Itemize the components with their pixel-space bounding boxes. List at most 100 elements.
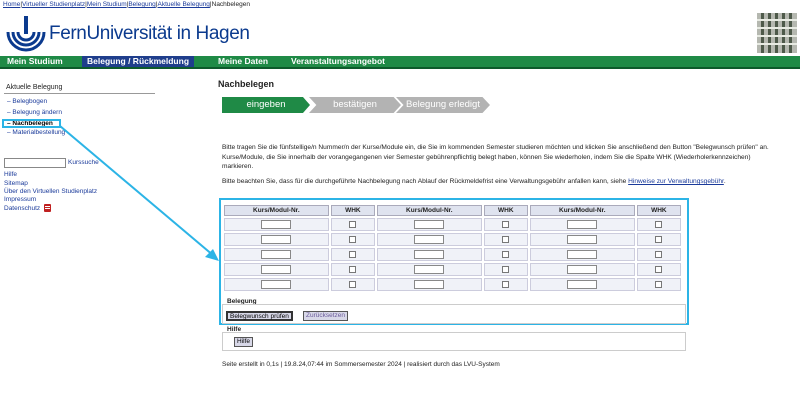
course-number-cell xyxy=(376,263,482,276)
col-whk-3: WHK xyxy=(636,205,681,216)
reset-button[interactable]: Zurücksetzen xyxy=(303,311,349,321)
course-entry-table: Kurs/Modul-Nr. WHK Kurs/Modul-Nr. WHK Ku… xyxy=(222,203,683,293)
course-number-input[interactable] xyxy=(567,265,598,274)
whk-cell xyxy=(330,233,375,246)
course-number-cell xyxy=(376,248,482,261)
step-eingeben: eingeben xyxy=(222,97,310,113)
sidebar-title: Aktuelle Belegung xyxy=(6,84,63,91)
breadcrumb-mein-studium[interactable]: Mein Studium xyxy=(87,1,127,8)
course-search-input[interactable] xyxy=(4,158,66,168)
instruction-text: Bitte tragen Sie die fünfstellige/n Numm… xyxy=(222,144,769,170)
sidebar-link-datenschutz[interactable]: Datenschutz xyxy=(4,205,40,212)
sidebar-item-belegbogen[interactable]: – Belegbogen xyxy=(7,98,47,105)
sidebar-item-belegung-aendern[interactable]: – Belegung ändern xyxy=(7,109,62,116)
fee-notice-body: Bitte beachten Sie, dass für die durchge… xyxy=(222,178,629,185)
whk-checkbox[interactable] xyxy=(502,250,510,258)
whk-cell xyxy=(330,218,375,231)
breadcrumb-home[interactable]: Home xyxy=(3,1,20,8)
whk-checkbox[interactable] xyxy=(349,235,357,243)
hilfe-section-box xyxy=(222,332,686,351)
table-row xyxy=(224,278,681,291)
sidebar-link-about[interactable]: Über den Virtuellen Studienplatz xyxy=(4,188,97,195)
whk-cell xyxy=(330,278,375,291)
university-logo[interactable]: FernUniversität in Hagen xyxy=(4,10,250,52)
sidebar-highlight xyxy=(2,119,61,128)
course-number-input[interactable] xyxy=(567,280,598,289)
course-number-input[interactable] xyxy=(567,220,598,229)
course-number-cell xyxy=(376,233,482,246)
whk-cell xyxy=(636,233,681,246)
breadcrumb-current: Nachbelegen xyxy=(211,1,250,8)
check-request-button[interactable]: Belegwunsch prüfen xyxy=(226,311,293,321)
course-number-input[interactable] xyxy=(414,235,445,244)
nav-belegung-rueckmeldung[interactable]: Belegung / Rückmeldung xyxy=(82,56,195,67)
whk-checkbox[interactable] xyxy=(655,220,663,228)
course-number-input[interactable] xyxy=(414,280,445,289)
whk-checkbox[interactable] xyxy=(349,220,357,228)
whk-checkbox[interactable] xyxy=(655,250,663,258)
sidebar-link-hilfe[interactable]: Hilfe xyxy=(4,171,17,178)
sidebar-divider xyxy=(4,93,155,94)
course-number-input[interactable] xyxy=(414,220,445,229)
whk-checkbox[interactable] xyxy=(655,265,663,273)
whk-checkbox[interactable] xyxy=(502,280,510,288)
whk-checkbox[interactable] xyxy=(655,235,663,243)
whk-cell xyxy=(636,248,681,261)
course-number-input[interactable] xyxy=(261,235,292,244)
whk-checkbox[interactable] xyxy=(349,280,357,288)
table-row xyxy=(224,263,681,276)
whk-cell xyxy=(636,278,681,291)
sidebar-item-materialbestellung[interactable]: – Materialbestellung xyxy=(7,129,65,136)
whk-cell xyxy=(483,278,528,291)
sidebar-link-impressum[interactable]: Impressum xyxy=(4,196,36,203)
whk-checkbox[interactable] xyxy=(655,280,663,288)
whk-checkbox[interactable] xyxy=(502,235,510,243)
course-number-input[interactable] xyxy=(261,220,292,229)
whk-cell xyxy=(330,248,375,261)
course-number-cell xyxy=(224,233,329,246)
breadcrumb-aktuelle-belegung[interactable]: Aktuelle Belegung xyxy=(158,1,210,8)
help-button[interactable]: Hilfe xyxy=(234,337,254,347)
nav-meine-daten[interactable]: Meine Daten xyxy=(213,56,273,67)
course-number-cell xyxy=(529,218,635,231)
fee-notice-text: Bitte beachten Sie, dass für die durchge… xyxy=(222,177,772,187)
fee-notice-end: . xyxy=(723,178,726,185)
sidebar-link-sitemap[interactable]: Sitemap xyxy=(4,180,28,187)
whk-checkbox[interactable] xyxy=(349,265,357,273)
building-image xyxy=(757,13,797,53)
step-bestaetigen: bestätigen xyxy=(309,97,401,113)
nav-veranstaltungsangebot[interactable]: Veranstaltungsangebot xyxy=(286,56,390,67)
whk-cell xyxy=(330,263,375,276)
logo-text: FernUniversität in Hagen xyxy=(49,23,250,44)
whk-checkbox[interactable] xyxy=(502,220,510,228)
pdf-icon[interactable] xyxy=(44,204,51,212)
course-number-cell xyxy=(224,263,329,276)
whk-checkbox[interactable] xyxy=(349,250,357,258)
course-number-input[interactable] xyxy=(414,250,445,259)
course-number-cell xyxy=(529,263,635,276)
course-number-cell xyxy=(529,278,635,291)
nav-mein-studium[interactable]: Mein Studium xyxy=(2,56,68,67)
fee-notice-link[interactable]: Hinweise zur Verwaltungsgebühr xyxy=(628,178,724,185)
breadcrumb: Home|Virtueller Studienplatz|Mein Studiu… xyxy=(3,1,250,8)
course-number-input[interactable] xyxy=(567,235,598,244)
table-row xyxy=(224,248,681,261)
course-number-input[interactable] xyxy=(414,265,445,274)
page-footer: Seite erstellt in 0,1s | 19.8.24,07:44 i… xyxy=(222,361,500,368)
whk-checkbox[interactable] xyxy=(502,265,510,273)
course-number-cell xyxy=(224,278,329,291)
table-row xyxy=(224,218,681,231)
table-row xyxy=(224,233,681,246)
course-search-link[interactable]: Kurssuche xyxy=(68,159,99,166)
course-number-cell xyxy=(224,218,329,231)
course-number-cell xyxy=(224,248,329,261)
course-number-input[interactable] xyxy=(261,250,292,259)
breadcrumb-studienplatz[interactable]: Virtueller Studienplatz xyxy=(22,1,85,8)
course-number-input[interactable] xyxy=(261,280,292,289)
page-title: Nachbelegen xyxy=(218,79,275,89)
course-number-input[interactable] xyxy=(567,250,598,259)
course-number-input[interactable] xyxy=(261,265,292,274)
whk-cell xyxy=(483,263,528,276)
course-number-cell xyxy=(376,278,482,291)
breadcrumb-belegung[interactable]: Belegung xyxy=(128,1,155,8)
